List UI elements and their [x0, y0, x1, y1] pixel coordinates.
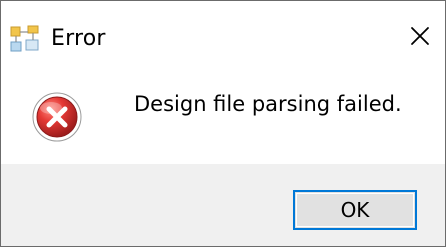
title-bar: Error	[1, 1, 445, 71]
app-window-icon	[10, 25, 39, 52]
close-icon	[411, 27, 429, 45]
close-button[interactable]	[395, 1, 445, 71]
button-footer: OK	[1, 164, 445, 246]
dialog-content: Design file parsing failed.	[1, 71, 445, 164]
ok-button[interactable]: OK	[293, 190, 417, 230]
error-icon	[32, 92, 82, 142]
error-dialog: Error Design file parsing failed. OK	[0, 0, 446, 247]
error-message: Design file parsing failed.	[134, 92, 402, 116]
window-title: Error	[51, 26, 106, 51]
